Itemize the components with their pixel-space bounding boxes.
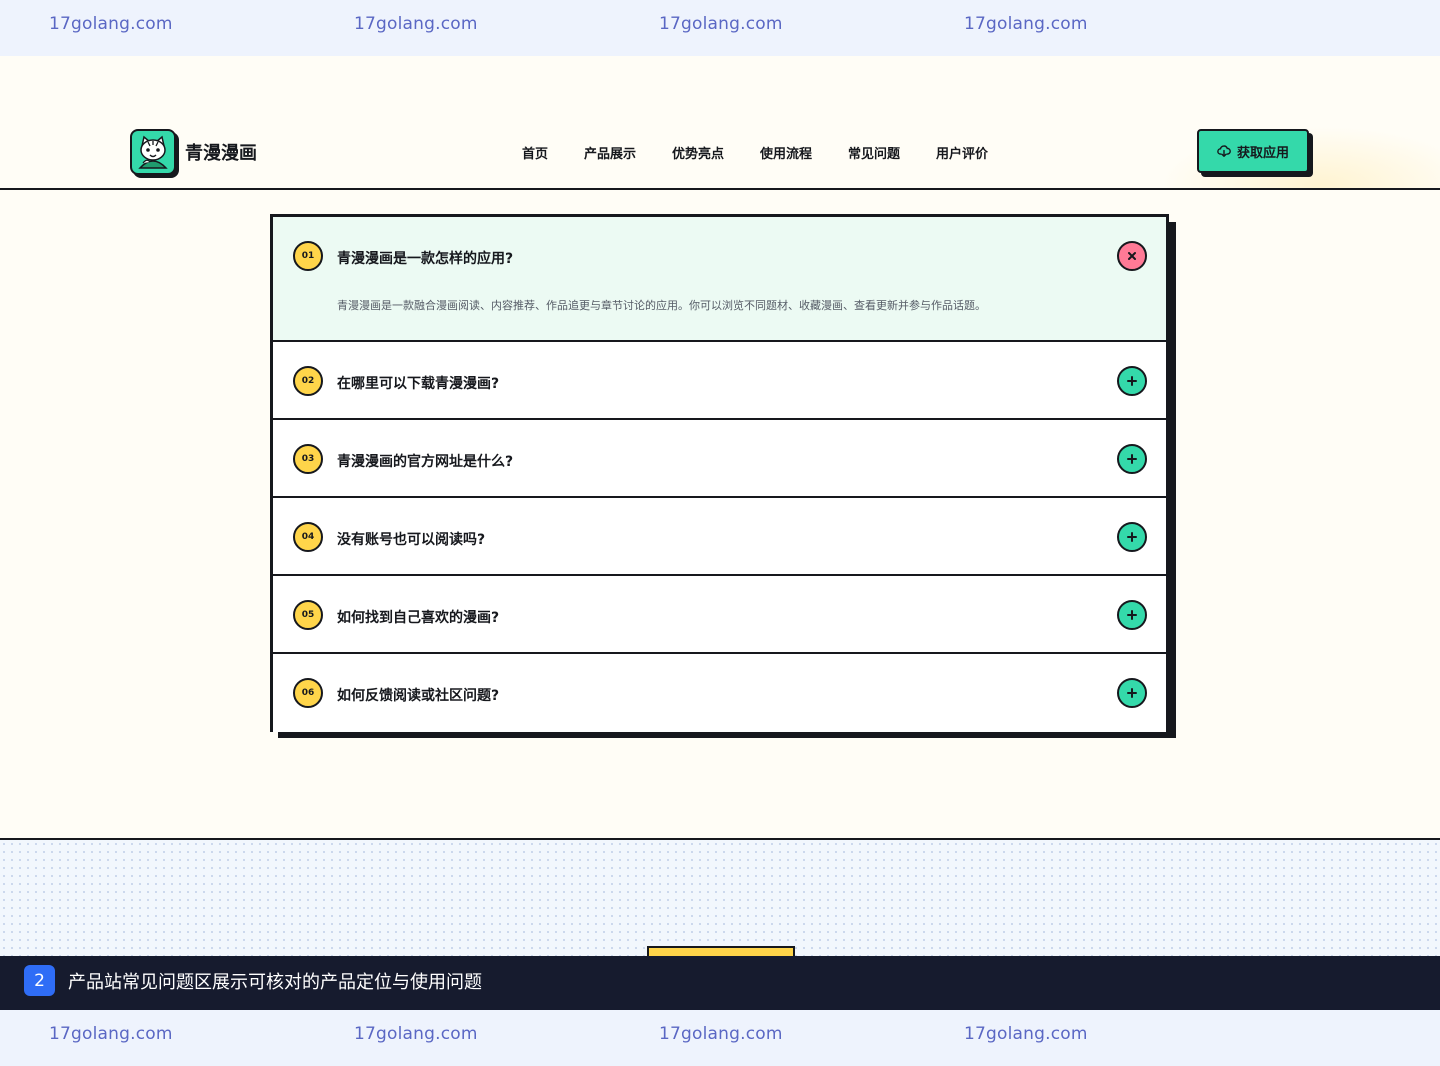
faq-answer: 青漫漫画是一款融合漫画阅读、内容推荐、作品追更与章节讨论的应用。你可以浏览不同题…	[337, 299, 986, 312]
faq-number-badge: 03	[293, 444, 323, 474]
faq-question[interactable]: 没有账号也可以阅读吗?	[337, 529, 485, 549]
nav-item-highlights[interactable]: 优势亮点	[672, 143, 724, 162]
site-header: 青漫漫画 首页 产品展示 优势亮点 使用流程 常见问题 用户评价 获取应用	[0, 56, 1440, 190]
caption-index-badge: 2	[24, 965, 55, 996]
watermark-text: 17golang.com	[49, 1024, 173, 1044]
nav-item-home[interactable]: 首页	[522, 143, 548, 162]
faq-number-badge: 05	[293, 600, 323, 630]
watermark-text: 17golang.com	[354, 1024, 478, 1044]
get-app-label: 获取应用	[1236, 145, 1289, 161]
watermark-text: 17golang.com	[964, 14, 1088, 34]
plus-icon[interactable]	[1117, 522, 1147, 552]
nav-item-products[interactable]: 产品展示	[584, 143, 636, 162]
nav-item-process[interactable]: 使用流程	[760, 143, 812, 162]
faq-number-badge: 01	[293, 241, 323, 271]
plus-icon[interactable]	[1117, 600, 1147, 630]
faq-number-badge: 04	[293, 522, 323, 552]
dotted-section	[0, 838, 1440, 956]
get-app-button[interactable]: 获取应用	[1197, 129, 1309, 173]
faq-accordion: 01 青漫漫画是一款怎样的应用? 青漫漫画是一款融合漫画阅读、内容推荐、作品追更…	[270, 214, 1169, 732]
faq-question[interactable]: 如何找到自己喜欢的漫画?	[337, 607, 499, 627]
caption-bar: 2 产品站常见问题区展示可核对的产品定位与使用问题	[0, 956, 1440, 1010]
faq-item[interactable]: 02 在哪里可以下载青漫漫画?	[273, 342, 1166, 420]
brand-name[interactable]: 青漫漫画	[185, 139, 257, 165]
faq-number-badge: 02	[293, 366, 323, 396]
faq-item[interactable]: 03 青漫漫画的官方网址是什么?	[273, 420, 1166, 498]
plus-icon[interactable]	[1117, 444, 1147, 474]
nav-item-reviews[interactable]: 用户评价	[936, 143, 988, 162]
close-icon[interactable]	[1117, 241, 1147, 271]
watermark-text: 17golang.com	[659, 14, 783, 34]
faq-question[interactable]: 在哪里可以下载青漫漫画?	[337, 373, 499, 393]
watermark-text: 17golang.com	[659, 1024, 783, 1044]
nav-item-faq[interactable]: 常见问题	[848, 143, 900, 162]
faq-item-expanded[interactable]: 01 青漫漫画是一款怎样的应用? 青漫漫画是一款融合漫画阅读、内容推荐、作品追更…	[273, 217, 1166, 342]
faq-item[interactable]: 05 如何找到自己喜欢的漫画?	[273, 576, 1166, 654]
plus-icon[interactable]	[1117, 366, 1147, 396]
faq-item[interactable]: 06 如何反馈阅读或社区问题?	[273, 654, 1166, 732]
watermark-strip-top: 17golang.com 17golang.com 17golang.com 1…	[0, 0, 1440, 56]
watermark-text: 17golang.com	[964, 1024, 1088, 1044]
cloud-download-icon	[1217, 145, 1231, 157]
watermark-text: 17golang.com	[49, 14, 173, 34]
faq-question[interactable]: 如何反馈阅读或社区问题?	[337, 685, 499, 705]
faq-question[interactable]: 青漫漫画是一款怎样的应用?	[337, 248, 513, 268]
caption-text: 产品站常见问题区展示可核对的产品定位与使用问题	[68, 972, 482, 993]
watermark-text: 17golang.com	[354, 14, 478, 34]
faq-number-badge: 06	[293, 678, 323, 708]
watermark-strip-bottom: 17golang.com 17golang.com 17golang.com 1…	[0, 1010, 1440, 1066]
faq-question[interactable]: 青漫漫画的官方网址是什么?	[337, 451, 513, 471]
cat-mascot-icon[interactable]	[130, 129, 176, 175]
plus-icon[interactable]	[1117, 678, 1147, 708]
faq-item[interactable]: 04 没有账号也可以阅读吗?	[273, 498, 1166, 576]
